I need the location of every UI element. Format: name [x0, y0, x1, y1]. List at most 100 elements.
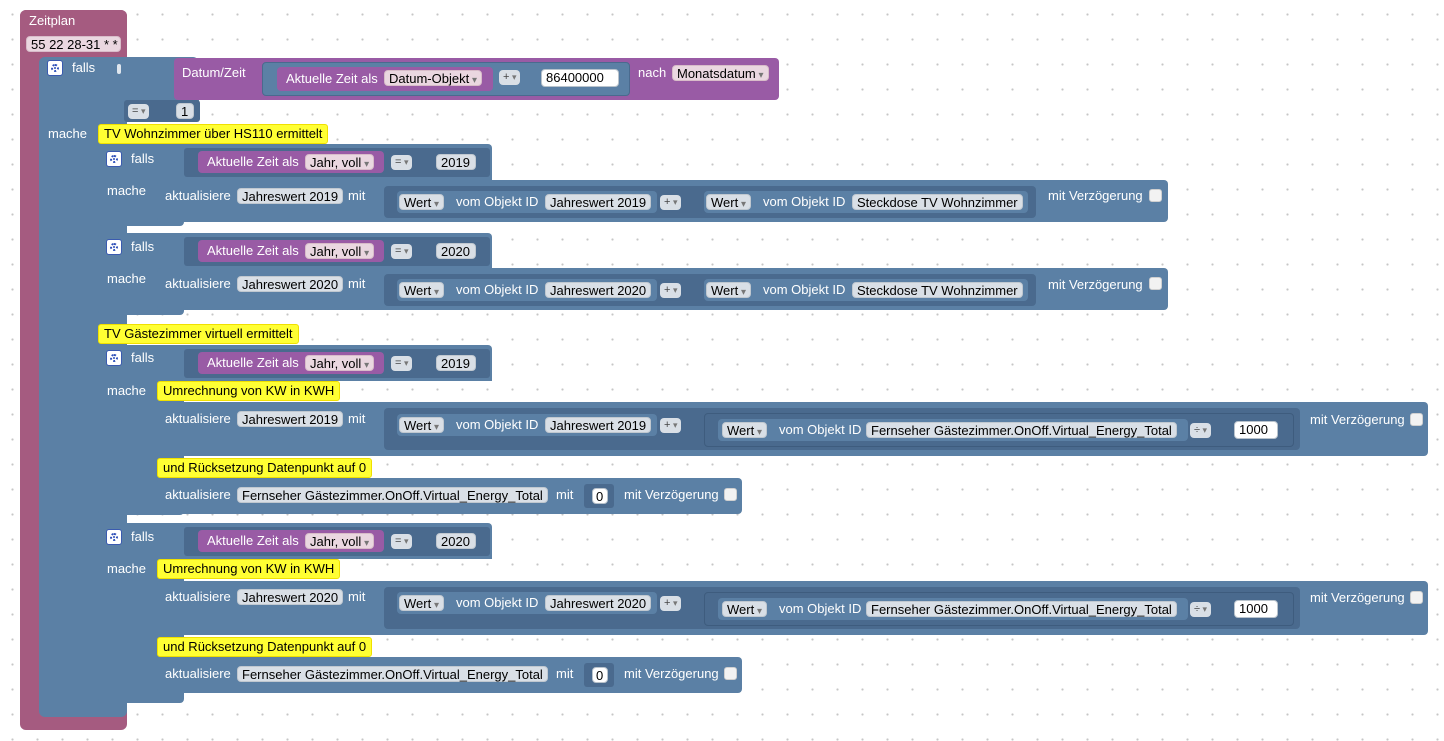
source-field[interactable]: Steckdose TV Wohnzimmer	[852, 282, 1023, 298]
nach-label: nach	[638, 65, 667, 80]
monatsdatum-dropdown[interactable]: Monatsdatum	[672, 65, 769, 81]
reset-value[interactable]: 0	[592, 667, 608, 683]
mit-verzoegerung-label: mit Verzögerung	[1310, 412, 1405, 427]
divisor-value[interactable]: 1000	[1234, 421, 1278, 439]
divide-dropdown[interactable]: ÷	[1190, 423, 1212, 438]
equals-dropdown[interactable]: =	[391, 356, 413, 371]
jahr-voll-dropdown[interactable]: Jahr, voll	[305, 154, 375, 170]
comment-umrechnung-2019: Umrechnung von KW in KWH	[157, 381, 341, 401]
reset-value[interactable]: 0	[592, 488, 608, 504]
mache-label: mache	[107, 383, 147, 398]
aktuelle-zeit-label: Aktuelle Zeit als	[207, 533, 299, 548]
vom-objekt-label: vom Objekt ID	[456, 417, 539, 432]
year-value[interactable]: 2020	[436, 533, 476, 549]
aktualisiere-label: aktualisiere	[165, 188, 231, 203]
comment-gaestezimmer: TV Gästezimmer virtuell ermittelt	[98, 324, 299, 344]
target-field[interactable]: Jahreswert 2020	[237, 276, 344, 292]
equals-dropdown[interactable]: =	[391, 155, 413, 170]
aktuelle-zeit-label: Aktuelle Zeit als	[207, 355, 299, 370]
vom-objekt-label: vom Objekt ID	[456, 595, 539, 610]
wert-dropdown[interactable]: Wert	[399, 194, 445, 210]
year-value[interactable]: 2020	[436, 243, 476, 259]
comment-umrechnung-2020: Umrechnung von KW in KWH	[157, 559, 341, 579]
wert-dropdown[interactable]: Wert	[706, 194, 752, 210]
mit-verzoegerung-label: mit Verzögerung	[1048, 277, 1143, 292]
datum-objekt-dropdown[interactable]: Datum-Objekt	[384, 70, 483, 86]
mit-verzoegerung-label: mit Verzögerung	[1310, 590, 1405, 605]
object-field[interactable]: Jahreswert 2020	[545, 282, 652, 298]
vom-objekt-label: vom Objekt ID	[456, 282, 539, 297]
gear-icon[interactable]	[106, 529, 122, 545]
comment-reset-2020: und Rücksetzung Datenpunkt auf 0	[157, 637, 373, 657]
zeitplan-title: Zeitplan	[29, 13, 76, 28]
cron-field[interactable]: 55 22 28-31 * *	[26, 36, 121, 52]
jahr-voll-dropdown[interactable]: Jahr, voll	[305, 243, 375, 259]
plus-dropdown[interactable]: +	[660, 596, 682, 611]
source-field[interactable]: Fernseher Gästezimmer.OnOff.Virtual_Ener…	[866, 422, 1177, 438]
delay-checkbox[interactable]	[1149, 277, 1162, 290]
gear-icon[interactable]	[106, 350, 122, 366]
year-value[interactable]: 2019	[436, 355, 476, 371]
aktuelle-zeit-label: Aktuelle Zeit als	[286, 71, 378, 86]
wert-dropdown[interactable]: Wert	[722, 601, 768, 617]
gear-icon[interactable]	[106, 239, 122, 255]
delay-checkbox[interactable]	[1149, 189, 1162, 202]
wert-dropdown[interactable]: Wert	[399, 282, 445, 298]
offset-value[interactable]: 86400000	[541, 69, 619, 87]
delay-checkbox[interactable]	[1410, 413, 1423, 426]
equals-dropdown[interactable]: =	[128, 104, 150, 119]
vom-objekt-label: vom Objekt ID	[779, 422, 862, 437]
mache-label: mache	[107, 561, 147, 576]
aktualisiere-label: aktualisiere	[165, 276, 231, 291]
source-field[interactable]: Steckdose TV Wohnzimmer	[852, 194, 1023, 210]
gear-icon[interactable]	[47, 60, 63, 76]
target-field[interactable]: Jahreswert 2019	[237, 411, 344, 427]
delay-checkbox[interactable]	[724, 667, 737, 680]
object-field[interactable]: Jahreswert 2020	[545, 595, 652, 611]
delay-checkbox[interactable]	[1410, 591, 1423, 604]
reset-target-field[interactable]: Fernseher Gästezimmer.OnOff.Virtual_Ener…	[237, 666, 548, 682]
falls-label: falls	[131, 529, 155, 544]
aktualisiere-label: aktualisiere	[165, 411, 231, 426]
falls-label: falls	[131, 350, 155, 365]
wert-dropdown[interactable]: Wert	[399, 417, 445, 433]
target-field[interactable]: Jahreswert 2019	[237, 188, 344, 204]
equals-dropdown[interactable]: =	[391, 244, 413, 259]
vom-objekt-label: vom Objekt ID	[763, 194, 846, 209]
mit-label: mit	[348, 411, 366, 426]
year-value[interactable]: 2019	[436, 154, 476, 170]
object-field[interactable]: Jahreswert 2019	[545, 417, 652, 433]
comment-reset-2019: und Rücksetzung Datenpunkt auf 0	[157, 458, 373, 478]
mit-verzoegerung-label: mit Verzögerung	[1048, 188, 1143, 203]
mit-label: mit	[556, 487, 574, 502]
mache-label: mache	[48, 126, 88, 141]
delay-checkbox[interactable]	[724, 488, 737, 501]
target-field[interactable]: Jahreswert 2020	[237, 589, 344, 605]
wert-dropdown[interactable]: Wert	[722, 422, 768, 438]
divisor-value[interactable]: 1000	[1234, 600, 1278, 618]
wert-dropdown[interactable]: Wert	[706, 282, 752, 298]
plus-dropdown[interactable]: +	[660, 283, 682, 298]
plus-dropdown[interactable]: +	[660, 418, 682, 433]
jahr-voll-dropdown[interactable]: Jahr, voll	[305, 533, 375, 549]
compare-value[interactable]: 1	[176, 103, 194, 119]
jahr-voll-dropdown[interactable]: Jahr, voll	[305, 355, 375, 371]
mache-label: mache	[107, 271, 147, 286]
datum-zeit-label: Datum/Zeit	[182, 65, 246, 80]
plus-dropdown[interactable]: +	[499, 70, 521, 85]
plus-dropdown[interactable]: +	[660, 195, 682, 210]
mit-verzoegerung-label: mit Verzögerung	[624, 666, 719, 681]
gear-icon[interactable]	[106, 151, 122, 167]
falls-label: falls	[131, 239, 155, 254]
aktuelle-zeit-label: Aktuelle Zeit als	[207, 154, 299, 169]
aktuelle-zeit-label: Aktuelle Zeit als	[207, 243, 299, 258]
divide-dropdown[interactable]: ÷	[1190, 602, 1212, 617]
input-socket	[117, 64, 121, 74]
falls-label: falls	[131, 151, 155, 166]
source-field[interactable]: Fernseher Gästezimmer.OnOff.Virtual_Ener…	[866, 601, 1177, 617]
wert-dropdown[interactable]: Wert	[399, 595, 445, 611]
vom-objekt-label: vom Objekt ID	[779, 601, 862, 616]
equals-dropdown[interactable]: =	[391, 534, 413, 549]
reset-target-field[interactable]: Fernseher Gästezimmer.OnOff.Virtual_Ener…	[237, 487, 548, 503]
object-field[interactable]: Jahreswert 2019	[545, 194, 652, 210]
